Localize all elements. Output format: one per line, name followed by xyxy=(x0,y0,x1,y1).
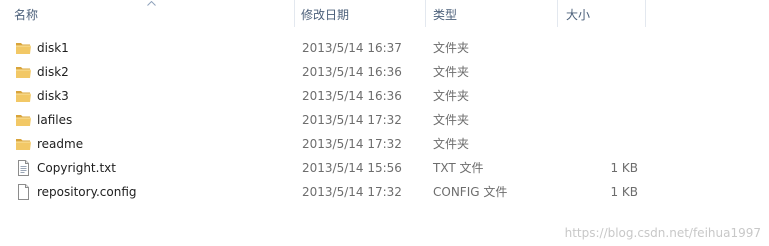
file-date: 2013/5/14 17:32 xyxy=(302,137,402,151)
file-type: TXT 文件 xyxy=(433,161,484,175)
file-name: lafiles xyxy=(37,113,73,127)
file-date: 2013/5/14 16:36 xyxy=(302,89,402,103)
folder-icon xyxy=(16,91,31,102)
file-date: 2013/5/14 17:32 xyxy=(302,185,402,199)
folder-icon xyxy=(16,43,31,54)
folder-icon xyxy=(16,67,31,78)
file-size xyxy=(560,60,638,84)
file-size: 1 KB xyxy=(610,161,638,175)
file-name: disk2 xyxy=(37,65,69,79)
file-icon xyxy=(18,184,29,200)
file-date: 2013/5/14 17:32 xyxy=(302,113,402,127)
file-type: 文件夹 xyxy=(433,137,470,151)
column-divider[interactable] xyxy=(294,0,295,27)
file-row[interactable]: readme 2013/5/14 17:32 文件夹 xyxy=(0,132,769,156)
column-divider[interactable] xyxy=(557,0,558,27)
file-name: readme xyxy=(37,137,84,151)
column-header-type[interactable]: 类型 xyxy=(433,0,457,27)
file-row[interactable]: disk3 2013/5/14 16:36 文件夹 xyxy=(0,84,769,108)
file-row[interactable]: disk2 2013/5/14 16:36 文件夹 xyxy=(0,60,769,84)
file-size xyxy=(560,132,638,156)
column-header-name[interactable]: 名称 xyxy=(14,0,38,27)
file-name: disk1 xyxy=(37,41,69,55)
file-name: Copyright.txt xyxy=(37,161,116,175)
file-row[interactable]: Copyright.txt 2013/5/14 15:56 TXT 文件 1 K… xyxy=(0,156,769,180)
folder-icon xyxy=(16,115,31,126)
file-row[interactable]: disk1 2013/5/14 16:37 文件夹 xyxy=(0,36,769,60)
file-size xyxy=(560,36,638,60)
file-date: 2013/5/14 16:36 xyxy=(302,65,402,79)
file-type: 文件夹 xyxy=(433,89,470,103)
file-size xyxy=(560,84,638,108)
file-size xyxy=(560,108,638,132)
file-name: repository.config xyxy=(37,185,137,199)
file-size: 1 KB xyxy=(610,185,638,199)
column-divider[interactable] xyxy=(425,0,426,27)
file-date: 2013/5/14 16:37 xyxy=(302,41,402,55)
watermark-url: https://blog.csdn.net/feihua1997 xyxy=(564,226,761,240)
column-header-size[interactable]: 大小 xyxy=(566,0,590,27)
column-divider[interactable] xyxy=(645,0,646,27)
file-type: 文件夹 xyxy=(433,113,470,127)
file-row[interactable]: repository.config 2013/5/14 17:32 CONFIG… xyxy=(0,180,769,204)
file-type: 文件夹 xyxy=(433,41,470,55)
file-date: 2013/5/14 15:56 xyxy=(302,161,402,175)
sort-ascending-icon xyxy=(147,1,156,6)
column-header-bar: 名称 修改日期 类型 大小 xyxy=(0,0,769,27)
folder-icon xyxy=(16,139,31,150)
text-file-icon xyxy=(18,160,29,176)
file-row[interactable]: lafiles 2013/5/14 17:32 文件夹 xyxy=(0,108,769,132)
column-header-date[interactable]: 修改日期 xyxy=(301,0,349,27)
file-type: CONFIG 文件 xyxy=(433,185,508,199)
file-name: disk3 xyxy=(37,89,69,103)
file-type: 文件夹 xyxy=(433,65,470,79)
